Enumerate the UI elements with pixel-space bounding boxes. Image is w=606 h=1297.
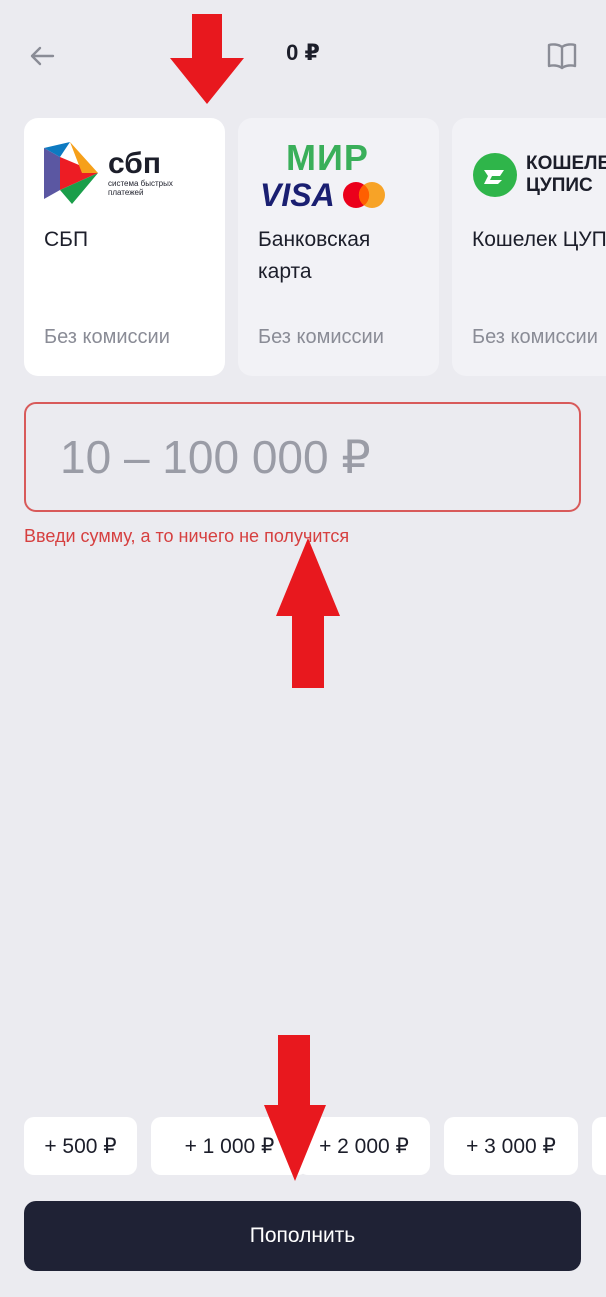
cupis-logo: КОШЕЛЕК ЦУПИС: [472, 152, 606, 198]
quick-amount-chip[interactable]: + 1 000 ₽: [151, 1117, 308, 1175]
sbp-logo-mark: [44, 142, 98, 204]
quick-amount-chip[interactable]: + 2 000 ₽: [298, 1117, 430, 1175]
quick-amount-chip-partial[interactable]: [592, 1117, 606, 1175]
annotation-arrow-up-icon: [276, 538, 340, 688]
method-name: СБП: [44, 228, 89, 251]
quick-amount-chip[interactable]: + 500 ₽: [24, 1117, 137, 1175]
mastercard-logo: [342, 182, 385, 208]
guide-button[interactable]: [544, 38, 580, 74]
method-fee: Без комиссии: [258, 326, 384, 348]
payment-method-cupis-wallet[interactable]: КОШЕЛЕК ЦУПИС Кошелек ЦУПИС Без комиссии: [452, 118, 606, 376]
cupis-logo-line2: ЦУПИС: [526, 175, 593, 196]
book-icon: [547, 43, 577, 70]
payment-method-bank-card[interactable]: МИР VISA Банковская карта Без комиссии: [238, 118, 439, 376]
payment-methods-carousel[interactable]: сбп система быстрых платежей СБП Без ком…: [24, 118, 606, 376]
quick-amount-chip[interactable]: + 3 000 ₽: [444, 1117, 578, 1175]
mir-logo: МИР: [286, 137, 369, 178]
amount-field: [24, 402, 581, 512]
quick-amounts: + 500 ₽ + 1 000 ₽ + 2 000 ₽ + 3 000 ₽: [24, 1117, 606, 1175]
method-name: Кошелек ЦУПИС: [472, 228, 606, 251]
top-up-button[interactable]: Пополнить: [24, 1201, 581, 1271]
top-bar: 0 ₽: [0, 0, 606, 110]
sbp-logo: сбп система быстрых платежей: [42, 140, 178, 206]
cupis-logo-line1: КОШЕЛЕК: [526, 153, 606, 174]
sbp-logo-text: сбп: [108, 147, 161, 180]
cupis-logo-mark: [473, 153, 517, 197]
amount-error-message: Введи сумму, а то ничего не получится: [24, 526, 350, 546]
amount-input[interactable]: [26, 404, 579, 510]
method-name: Банковская карта: [258, 228, 371, 283]
balance-amount: 0 ₽: [286, 40, 320, 65]
sbp-logo-subtext: система быстрых платежей: [108, 179, 173, 197]
method-fee: Без комиссии: [472, 326, 598, 348]
visa-logo: VISA: [260, 177, 335, 213]
card-logos: МИР VISA: [260, 140, 410, 212]
payment-method-sbp[interactable]: сбп система быстрых платежей СБП Без ком…: [24, 118, 225, 376]
method-fee: Без комиссии: [44, 326, 170, 348]
